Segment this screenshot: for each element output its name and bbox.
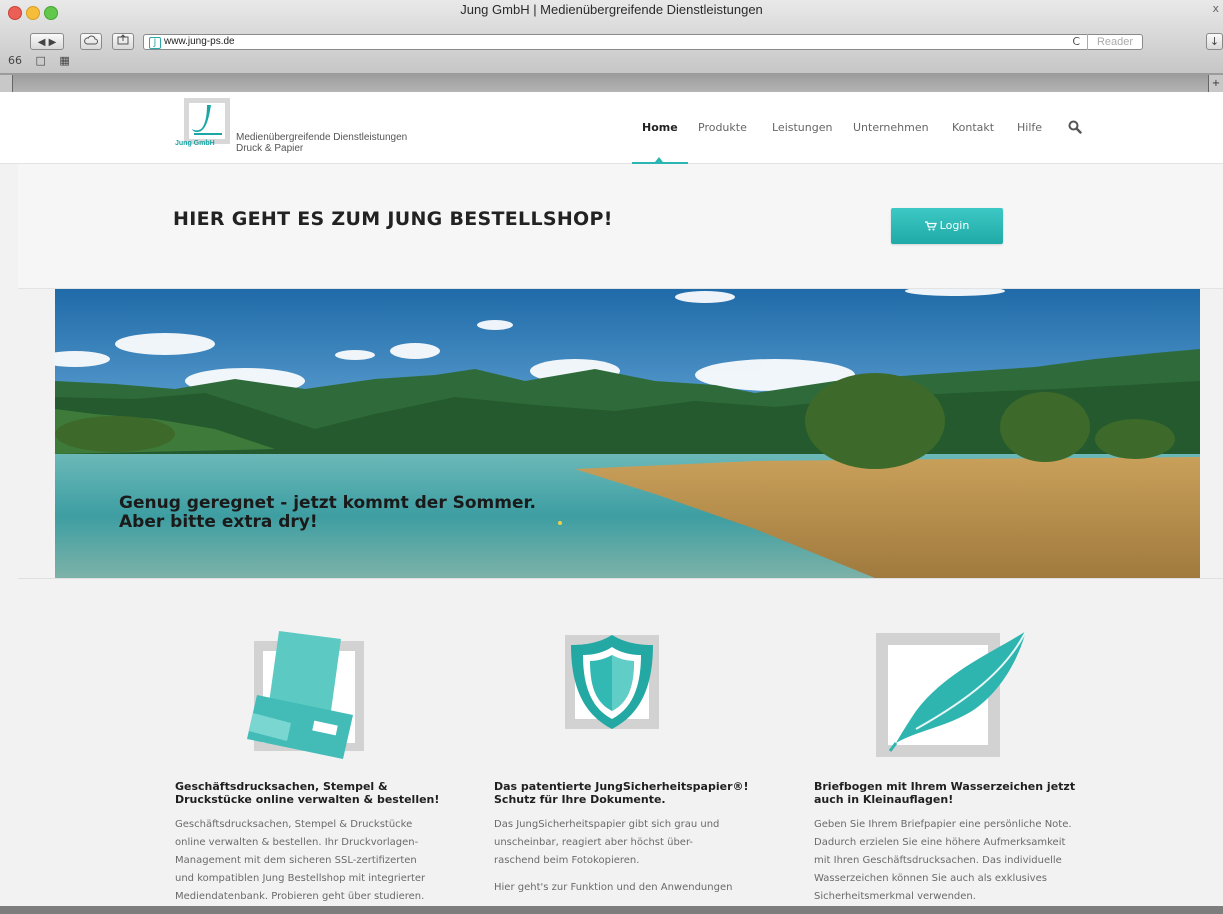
downloads-icon[interactable]: ↓ — [1206, 33, 1223, 50]
hero-slider[interactable]: Genug geregnet - jetzt kommt der Sommer.… — [55, 289, 1200, 578]
share-icon — [117, 34, 129, 45]
icloud-tabs-button[interactable] — [80, 33, 102, 50]
logo-j-icon — [192, 105, 222, 135]
feature-text: Geschäftsdrucksachen, Stempel & Druckstü… — [175, 819, 426, 902]
logo-company-name: Jung GmbH — [175, 140, 215, 147]
search-icon[interactable] — [1068, 120, 1082, 134]
cloud-icon — [84, 35, 98, 45]
nav-produkte[interactable]: Produkte — [698, 112, 747, 144]
tab-edge-left — [0, 75, 13, 92]
nav-unternehmen[interactable]: Unternehmen — [853, 112, 929, 144]
title-bar: Jung GmbH | Medienübergreifende Dienstle… — [0, 0, 1223, 30]
feature-title: Das patentierte JungSicherheitspapier®! … — [494, 780, 749, 806]
nav-hilfe[interactable]: Hilfe — [1017, 112, 1042, 144]
hero-caption-line2: Aber bitte extra dry! — [119, 512, 318, 532]
url-text[interactable]: www.jung-ps.de — [164, 35, 235, 49]
forward-button[interactable]: ▶ — [49, 37, 57, 48]
promo-title: HIER GEHT ES ZUM JUNG BESTELLSHOP! — [173, 208, 613, 230]
top-sites-icon[interactable]: ▦ — [59, 54, 69, 67]
features-section: Geschäftsdrucksachen, Stempel & Druckstü… — [18, 579, 1223, 914]
logo[interactable] — [184, 98, 230, 144]
envelope-stationery-icon[interactable] — [243, 631, 369, 763]
nav-kontakt[interactable]: Kontakt — [952, 112, 994, 144]
feature-text: Geben Sie Ihrem Briefpapier eine persönl… — [814, 819, 1072, 902]
feather-icon[interactable] — [876, 631, 1032, 759]
window-title: Jung GmbH | Medienübergreifende Dienstle… — [460, 2, 763, 17]
site-tagline: Medienübergreifende Dienstleistungen Dru… — [236, 132, 407, 154]
feature-text: Das JungSicherheitspapier gibt sich grau… — [494, 816, 732, 897]
feature-title: Geschäftsdrucksachen, Stempel & Druckstü… — [175, 780, 440, 806]
feature-link[interactable]: Hier geht's zur Funktion und den Anwendu… — [494, 879, 732, 897]
login-button[interactable]: Login — [891, 208, 1003, 244]
nav-active-caret — [655, 157, 663, 162]
back-button[interactable]: ◀ — [38, 37, 46, 48]
feature-title: Briefbogen mit Ihrem Wasserzeichen jetzt… — [814, 780, 1076, 806]
bookmarks-bar: 66 □ ▦ — [8, 54, 80, 67]
share-button[interactable] — [112, 33, 134, 50]
hero-lake-image — [55, 289, 1200, 578]
tagline-line1: Medienübergreifende Dienstleistungen — [236, 132, 408, 143]
hero-caption-line1: Genug geregnet - jetzt kommt der Sommer. — [119, 493, 536, 513]
login-label: Login — [939, 219, 970, 232]
site-header: Jung GmbH Medienübergreifende Dienstleis… — [0, 92, 1223, 164]
reload-icon[interactable]: C — [1072, 35, 1080, 49]
close-x-icon[interactable]: x — [1212, 2, 1219, 15]
address-bar[interactable]: J www.jung-ps.de C Reader — [143, 34, 1143, 50]
site-favicon-icon: J — [149, 37, 161, 49]
nav-leistungen[interactable]: Leistungen — [772, 112, 832, 144]
tagline-line2: Druck & Papier — [236, 143, 304, 154]
bookmarks-icon[interactable]: □ — [36, 54, 46, 67]
back-forward-buttons[interactable]: ◀ ▶ — [30, 33, 64, 50]
window-bottom-edge — [0, 906, 1223, 914]
reading-list-icon[interactable]: 66 — [8, 54, 22, 67]
tab-strip: + — [0, 73, 1223, 92]
cart-icon — [924, 221, 937, 231]
hero-caption: Genug geregnet - jetzt kommt der Sommer.… — [119, 494, 536, 532]
nav-home[interactable]: Home — [642, 112, 678, 144]
new-tab-button[interactable]: + — [1208, 75, 1223, 92]
shield-icon[interactable] — [565, 631, 661, 733]
shop-promo-bar: HIER GEHT ES ZUM JUNG BESTELLSHOP! Login — [18, 164, 1223, 289]
browser-chrome: Jung GmbH | Medienübergreifende Dienstle… — [0, 0, 1223, 93]
reader-button[interactable]: Reader — [1087, 34, 1142, 50]
